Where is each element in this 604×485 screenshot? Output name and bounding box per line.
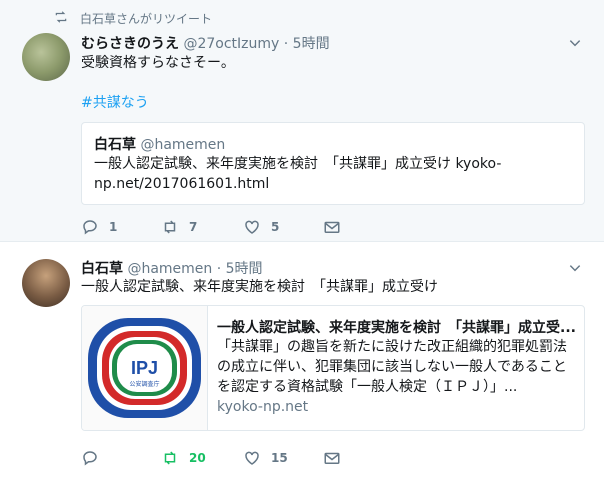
tweet-item[interactable]: 白石草さんがリツイート むらさきのうえ @27octIzumy · 5時間 受験… [0, 0, 604, 242]
retweet-notice-text[interactable]: 白石草さんがリツイート [80, 10, 212, 27]
author-name[interactable]: むらさきのうえ [81, 36, 179, 52]
link-card[interactable]: IPJ 公安調査庁 一般人認定試験、来年度実施を検討 「共謀罪」成立受... 「… [81, 305, 585, 431]
reply-icon [83, 451, 97, 466]
retweet-notice: 白石草さんがリツイート [54, 10, 212, 27]
card-logo-subtext: 公安調査庁 [129, 380, 159, 388]
like-button[interactable]: 15 [243, 449, 288, 467]
quoted-tweet-header: 白石草 @hamemen [94, 134, 225, 154]
like-count: 5 [271, 220, 280, 234]
retweet-icon [164, 220, 176, 234]
timestamp[interactable]: 5時間 [293, 36, 330, 52]
heart-icon [245, 220, 259, 234]
envelope-icon [324, 221, 340, 233]
chevron-down-icon[interactable] [568, 261, 582, 275]
quoted-tweet-text: 一般人認定試験、来年度実施を検討 「共謀罪」成立受け kyoko-np.net/… [94, 156, 502, 192]
separator: · [212, 261, 226, 277]
retweet-icon [164, 451, 176, 465]
retweet-button[interactable]: 20 [161, 449, 206, 467]
retweet-icon [54, 10, 70, 27]
retweet-count: 7 [189, 220, 198, 234]
hashtag-link[interactable]: #共謀なう [81, 93, 149, 113]
tweet-item[interactable]: 白石草 @hamemen · 5時間 一般人認定試験、来年度実施を検討 「共謀罪… [0, 243, 604, 485]
like-button[interactable]: 5 [243, 218, 279, 236]
author-name[interactable]: 白石草 [81, 261, 123, 277]
card-description: 「共謀罪」の趣旨を新たに設けた改正組織的犯罪処罰法の成立に伴い、犯罪集団に該当し… [217, 339, 567, 395]
author-handle[interactable]: @hamemen [127, 261, 212, 277]
reply-button[interactable]: 1 [81, 218, 117, 236]
direct-message-button[interactable] [323, 218, 341, 236]
tweet-header: 白石草 @hamemen · 5時間 [81, 258, 263, 278]
retweet-count: 20 [189, 451, 206, 465]
reply-icon [83, 220, 97, 235]
like-count: 15 [271, 451, 288, 465]
reply-button[interactable] [81, 449, 109, 467]
card-title: 一般人認定試験、来年度実施を検討 「共謀罪」成立受... [217, 320, 576, 336]
heart-icon [245, 451, 259, 465]
timestamp[interactable]: 5時間 [226, 261, 263, 277]
quoted-tweet[interactable]: 白石草 @hamemen 一般人認定試験、来年度実施を検討 「共謀罪」成立受け … [81, 122, 585, 205]
quoted-author-name: 白石草 [94, 137, 136, 153]
tweet-header: むらさきのうえ @27octIzumy · 5時間 [81, 33, 330, 53]
avatar[interactable] [22, 33, 70, 81]
card-url: kyoko-np.net [217, 399, 309, 415]
card-thumbnail: IPJ 公安調査庁 [82, 306, 208, 430]
reply-count: 1 [109, 220, 118, 234]
avatar[interactable] [22, 259, 70, 307]
tweet-text: 一般人認定試験、来年度実施を検討 「共謀罪」成立受け [81, 279, 438, 295]
card-logo-text: IPJ [131, 358, 158, 378]
author-handle[interactable]: @27octIzumy [183, 36, 279, 52]
envelope-icon [324, 452, 340, 464]
quoted-author-handle: @hamemen [140, 137, 226, 153]
chevron-down-icon[interactable] [568, 36, 582, 50]
retweet-button[interactable]: 7 [161, 218, 197, 236]
direct-message-button[interactable] [323, 449, 341, 467]
separator: · [279, 36, 293, 52]
tweet-text: 受験資格すらなさそー。 [81, 55, 235, 71]
